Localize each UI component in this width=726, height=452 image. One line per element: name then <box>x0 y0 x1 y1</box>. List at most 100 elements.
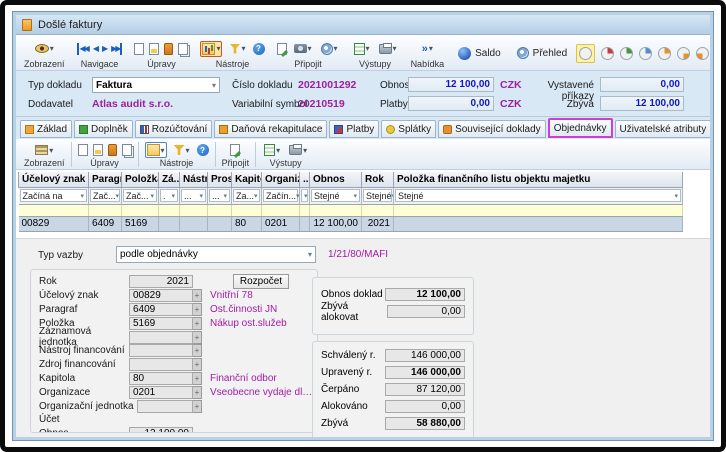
filter-button[interactable] <box>172 143 192 157</box>
filter-button[interactable] <box>227 42 247 56</box>
col-header[interactable]: Položka finančního listu objektu majetku <box>394 172 683 187</box>
organizace-field[interactable]: 0201 <box>129 386 193 399</box>
lookup-button[interactable] <box>193 331 202 344</box>
col-header[interactable]: Rok <box>362 172 394 187</box>
typ-dokladu-select[interactable]: Faktura <box>92 77 220 93</box>
filter-select[interactable]: Začín... <box>263 189 298 202</box>
attach-link-button[interactable] <box>319 41 340 57</box>
cell-organizace[interactable]: 0201 <box>262 216 300 231</box>
delete-record-icon[interactable] <box>164 43 173 55</box>
export-excel-button[interactable] <box>352 41 372 57</box>
cell-ucelovy-znak[interactable]: 00829 <box>19 216 89 231</box>
delete-record-icon[interactable] <box>108 144 117 156</box>
pie-red-icon[interactable] <box>601 47 614 60</box>
rok-field[interactable]: 2021 <box>129 275 193 288</box>
help-icon[interactable] <box>197 144 209 156</box>
saldo-button[interactable]: Saldo <box>452 46 507 61</box>
view-settings-button[interactable] <box>200 41 222 57</box>
last-record-icon[interactable]: ▶▶ <box>111 43 122 55</box>
ucelovy-znak-field[interactable]: 00829 <box>129 289 193 302</box>
lookup-button[interactable] <box>193 358 202 371</box>
lookup-button[interactable] <box>193 372 202 385</box>
col-header[interactable]: Obnos <box>310 172 362 187</box>
cell-paragraf[interactable]: 6409 <box>89 216 122 231</box>
previous-record-icon[interactable]: ◀ <box>93 43 97 55</box>
cell-kapitola[interactable]: 80 <box>232 216 262 231</box>
filter-select[interactable]: . <box>160 189 178 202</box>
filter-select[interactable]: ... <box>181 189 206 202</box>
edit-record-icon[interactable] <box>149 43 159 55</box>
col-header[interactable]: ... <box>300 172 310 187</box>
tab-rozuctovani[interactable]: Rozúčtování <box>135 120 213 138</box>
quick-filter-row[interactable] <box>19 204 683 216</box>
cell-nastr[interactable] <box>180 216 208 231</box>
help-icon[interactable] <box>253 43 265 55</box>
filter-select[interactable]: Za... <box>233 189 260 202</box>
filter-select[interactable]: Zač... <box>123 189 157 202</box>
filter-select[interactable]: Začíná na <box>20 189 88 202</box>
view-button[interactable] <box>33 42 56 55</box>
export-excel-button[interactable] <box>262 142 282 158</box>
next-record-icon[interactable]: ▶ <box>102 43 106 55</box>
nastroj-financovani-field[interactable] <box>129 344 193 357</box>
col-header[interactable]: Nástr... <box>180 172 208 187</box>
cell-za[interactable] <box>159 216 180 231</box>
prehled-button[interactable]: Přehled <box>511 46 573 60</box>
lookup-button[interactable] <box>193 317 202 330</box>
tab-objednavky[interactable]: Objednávky <box>548 118 613 138</box>
cell-polozka-fin[interactable] <box>394 216 683 231</box>
first-record-icon[interactable]: ◀◀ <box>77 43 88 55</box>
col-header[interactable]: Organizace <box>262 172 300 187</box>
lookup-button[interactable] <box>193 386 202 399</box>
zaznamova-jednotka-field[interactable] <box>129 331 193 344</box>
filter-select[interactable] <box>301 189 308 202</box>
pie-orange-2-icon[interactable] <box>677 47 690 60</box>
attach-image-button[interactable] <box>292 42 314 55</box>
new-record-icon[interactable] <box>134 43 144 55</box>
filter-select[interactable]: Stejné <box>363 189 392 202</box>
lookup-button[interactable] <box>193 303 202 316</box>
col-header[interactable]: Pros... <box>208 172 232 187</box>
print-button[interactable] <box>377 42 399 56</box>
organizacni-jednotka-field[interactable] <box>137 400 193 413</box>
tab-splatky[interactable]: Splátky <box>381 120 436 138</box>
pie-green-icon[interactable] <box>620 47 633 60</box>
lookup-button[interactable] <box>193 400 202 413</box>
cell-rok[interactable]: 2021 <box>362 216 394 231</box>
attach-note-icon[interactable] <box>277 43 287 55</box>
edit-record-icon[interactable] <box>93 144 103 156</box>
polozka-field[interactable]: 5169 <box>129 317 193 330</box>
filter-select[interactable]: Stejné <box>311 189 360 202</box>
tab-souvisejici-doklady[interactable]: Související doklady <box>438 120 546 138</box>
pie-orange-1-icon[interactable] <box>658 47 671 60</box>
tab-doplnek[interactable]: Doplněk <box>74 120 133 138</box>
rozpocet-button[interactable]: Rozpočet <box>233 274 289 289</box>
view-settings-button[interactable] <box>145 142 167 158</box>
col-header[interactable]: Kapitola <box>232 172 262 187</box>
filter-select[interactable]: Stejné <box>395 189 681 202</box>
cell-polozka[interactable]: 5169 <box>122 216 159 231</box>
tab-danova-rekapitulace[interactable]: Daňová rekapitulace <box>214 120 327 138</box>
tab-zaklad[interactable]: Základ <box>20 120 72 138</box>
col-header[interactable]: Účelový znak <box>19 172 89 187</box>
col-header[interactable]: Paragraf <box>89 172 122 187</box>
cell-dots[interactable] <box>300 216 310 231</box>
tab-uzivatelske-atributy[interactable]: Uživatelské atributy <box>615 120 711 138</box>
lookup-button[interactable] <box>193 289 202 302</box>
table-row[interactable]: 00829 6409 5169 80 0201 12 100,00 2021 <box>19 216 683 231</box>
tab-platby[interactable]: Platby <box>329 120 379 138</box>
cell-pros[interactable] <box>208 216 232 231</box>
pie-orange-3-icon[interactable] <box>696 47 709 60</box>
col-header[interactable]: Zá... <box>159 172 180 187</box>
lookup-button[interactable] <box>193 344 202 357</box>
typ-vazby-select[interactable]: podle objednávky <box>116 246 316 263</box>
col-header[interactable]: Položka <box>122 172 159 187</box>
kapitola-field[interactable]: 80 <box>129 372 193 385</box>
paragraf-field[interactable]: 6409 <box>129 303 193 316</box>
filter-select[interactable]: Zač... <box>90 189 120 202</box>
print-button[interactable] <box>287 143 309 157</box>
menu-button[interactable] <box>420 41 435 57</box>
quadrant-all-button[interactable] <box>576 44 595 63</box>
filter-select[interactable]: ... <box>209 189 230 202</box>
obnos-allocation-field[interactable]: 12 100,00 <box>129 427 193 433</box>
